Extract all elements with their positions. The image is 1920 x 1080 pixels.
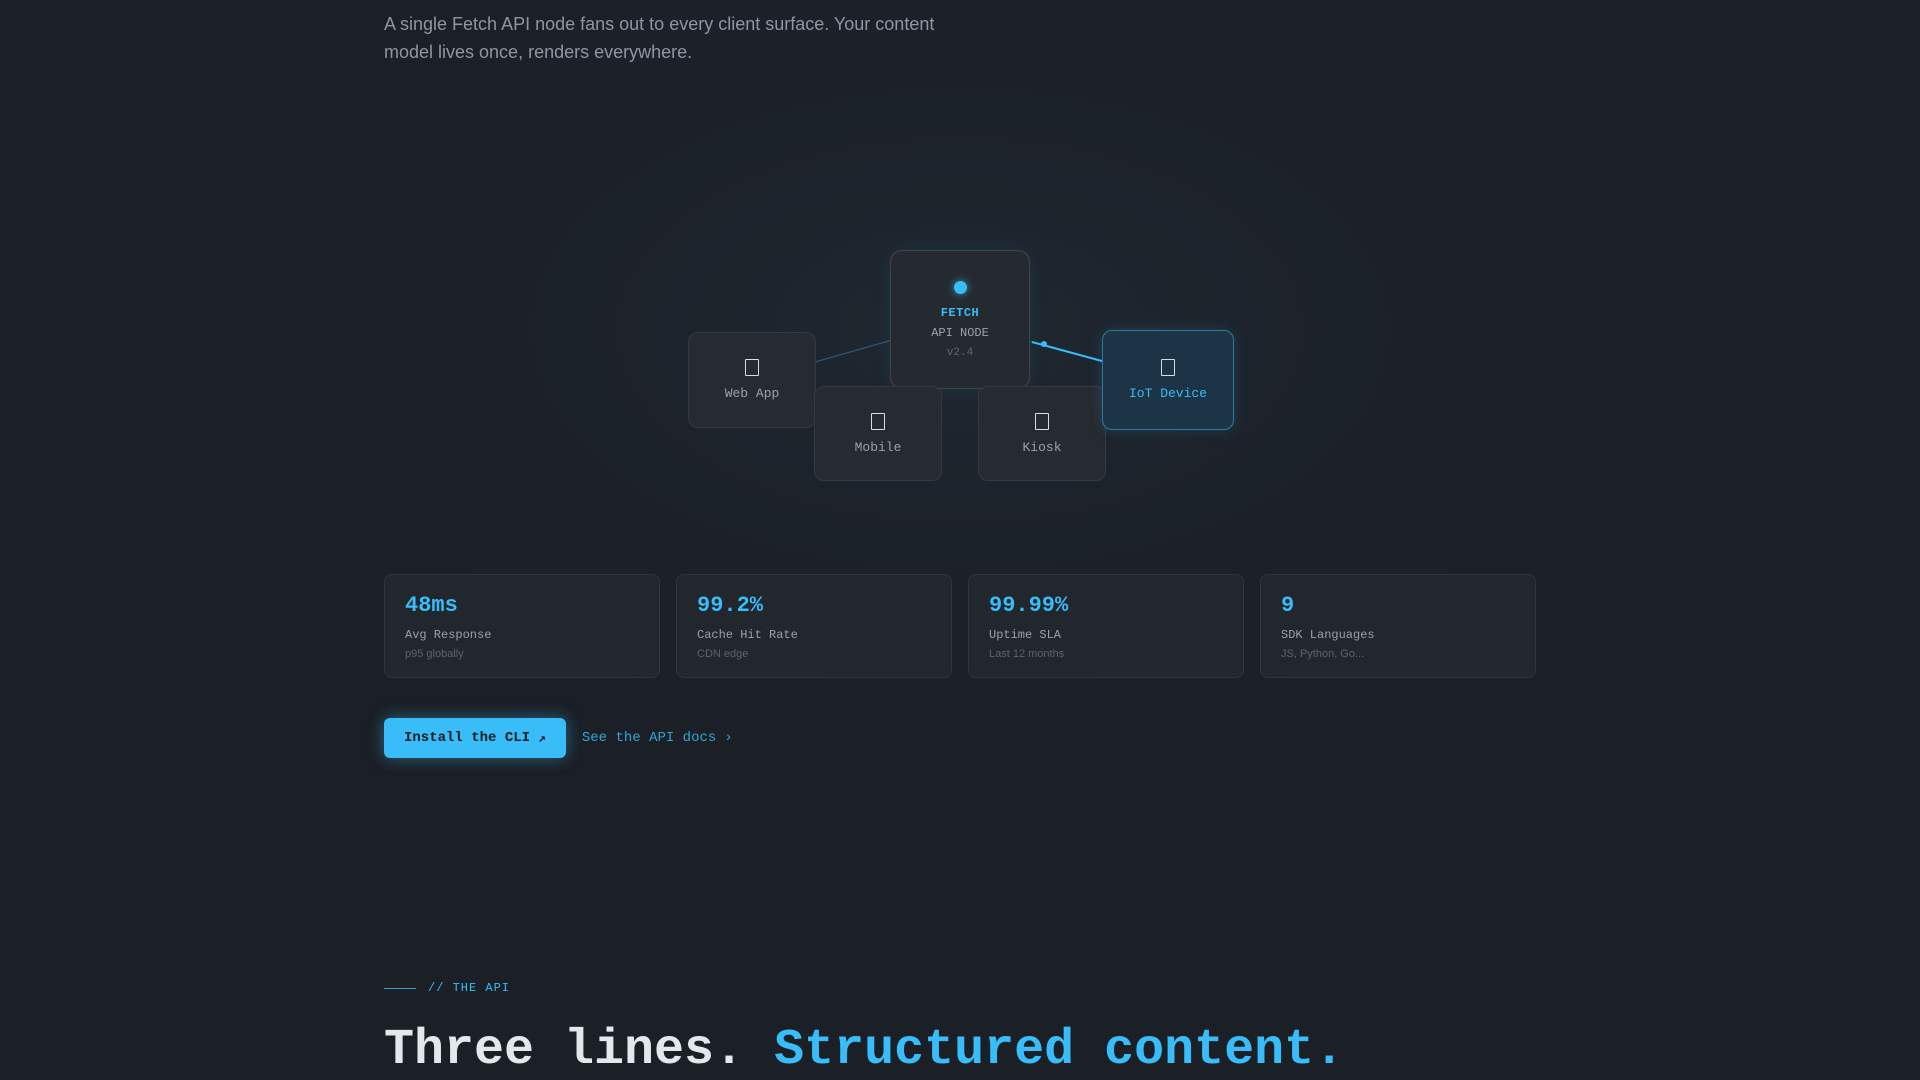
client-node-mobile[interactable]: Mobile <box>814 386 942 481</box>
stat-label: Uptime SLA <box>989 628 1062 642</box>
client-label: Mobile <box>854 439 902 455</box>
client-label: Web App <box>724 386 780 401</box>
stat-label: SDK Languages <box>1281 628 1375 642</box>
phone-icon <box>871 412 885 430</box>
api-docs-link[interactable]: See the API docs › <box>582 730 733 746</box>
stat-card-sdk-languages: 9 SDK Languages JS, Python, Go... <box>1260 574 1536 678</box>
stat-label: Avg Response <box>405 628 492 642</box>
iot-icon <box>1161 359 1175 376</box>
data-packet <box>1041 341 1047 347</box>
headline-main: Three lines. <box>384 1022 745 1079</box>
client-node-web-app[interactable]: Web App <box>688 332 816 428</box>
client-label: IoT Device <box>1128 386 1207 401</box>
cta-row: Install the CLI ↗ See the API docs › <box>384 718 733 758</box>
stat-card-avg-response: 48ms Avg Response p95 globally <box>384 574 660 678</box>
api-node-hub[interactable]: FETCH API NODE v2.4 <box>890 250 1030 389</box>
browser-icon <box>745 359 759 376</box>
hub-version: v2.4 <box>946 346 974 359</box>
hub-name: FETCH <box>940 305 980 320</box>
chevron-right-icon: › <box>724 730 733 746</box>
client-label: Kiosk <box>1022 439 1062 455</box>
stat-value: 99.2% <box>697 593 764 618</box>
status-dot <box>953 280 967 294</box>
stat-label: Cache Hit Rate <box>697 628 798 642</box>
stat-value: 9 <box>1281 593 1295 618</box>
stat-note: Last 12 months <box>989 648 1065 660</box>
api-fanout-diagram: FETCH API NODE v2.4 Web App Mobile Kiosk… <box>0 0 1920 560</box>
stat-note: p95 globally <box>405 648 464 660</box>
client-node-iot-device[interactable]: IoT Device <box>1102 330 1234 430</box>
stat-note: CDN edge <box>697 648 749 660</box>
eyebrow-text: // THE API <box>428 981 511 995</box>
stat-note: JS, Python, Go... <box>1281 648 1365 660</box>
stat-card-uptime-sla: 99.99% Uptime SLA Last 12 months <box>968 574 1244 678</box>
stat-value: 99.99% <box>989 593 1069 618</box>
install-cli-button[interactable]: Install the CLI ↗ <box>384 718 566 758</box>
kiosk-icon <box>1035 412 1049 430</box>
install-cli-label: Install the CLI <box>404 730 531 746</box>
stats-row: 48ms Avg Response p95 globally 99.2% Cac… <box>384 574 1536 678</box>
client-node-kiosk[interactable]: Kiosk <box>978 386 1106 481</box>
hub-subtitle: API NODE <box>931 325 989 340</box>
arrow-up-right-icon: ↗ <box>538 730 546 746</box>
api-docs-label: See the API docs <box>581 730 717 746</box>
headline-accent: Structured content. <box>774 1022 1345 1079</box>
section-headline: Three lines. Structured content. <box>384 1022 1344 1079</box>
section-eyebrow: // THE API <box>384 981 510 995</box>
stat-card-cache-hit-rate: 99.2% Cache Hit Rate CDN edge <box>676 574 952 678</box>
eyebrow-rule <box>384 987 416 989</box>
stat-value: 48ms <box>405 593 458 618</box>
